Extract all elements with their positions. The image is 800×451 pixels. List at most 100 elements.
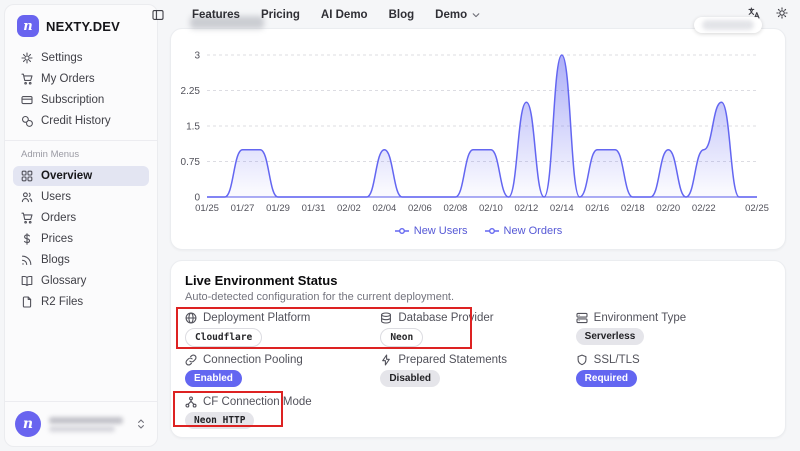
sidebar-item-blogs[interactable]: Blogs: [13, 250, 149, 270]
svg-text:02/18: 02/18: [621, 203, 645, 214]
sidebar-item-settings[interactable]: Settings: [13, 48, 149, 68]
sidebar-item-label: Overview: [41, 170, 92, 182]
shield-icon: [576, 354, 588, 366]
sidebar-divider: [5, 140, 157, 141]
sidebar-item-label: Orders: [41, 212, 76, 224]
zap-icon: [380, 354, 392, 366]
legend-line-marker-icon: [394, 226, 410, 236]
svg-text:2.25: 2.25: [181, 86, 201, 97]
sidebar-item-orders[interactable]: Orders: [13, 208, 149, 228]
legend-label: New Orders: [504, 225, 563, 237]
nav-link-features[interactable]: Features: [192, 9, 240, 21]
status-item-label: SSL/TLS: [576, 354, 771, 366]
svg-text:02/16: 02/16: [585, 203, 609, 214]
chart-card: 00.751.52.25301/2501/2701/2901/3102/0202…: [170, 28, 786, 250]
sidebar-item-glossary[interactable]: Glossary: [13, 271, 149, 291]
svg-text:02/25: 02/25: [745, 203, 769, 214]
status-card: Live Environment Status Auto-detected co…: [170, 260, 786, 438]
svg-text:02/04: 02/04: [373, 203, 397, 214]
blurred-region: [49, 426, 115, 432]
brand-logo[interactable]: n NEXTY.DEV: [5, 5, 157, 45]
avatar: n: [15, 411, 41, 437]
svg-text:02/14: 02/14: [550, 203, 574, 214]
blurred-region: [49, 417, 123, 424]
sidebar-item-label: Settings: [41, 52, 83, 64]
user-menu[interactable]: n: [5, 401, 157, 446]
svg-text:02/10: 02/10: [479, 203, 503, 214]
panel-left-icon[interactable]: [150, 7, 166, 23]
sidebar-item-label: Blogs: [41, 254, 70, 266]
topbar-nav: Features Pricing AI Demo Blog Demo: [192, 9, 482, 21]
sidebar-item-label: Subscription: [41, 94, 104, 106]
legend-item-new-users: New Users: [394, 225, 468, 237]
status-item-ssl-tls: SSL/TLS Required: [576, 354, 771, 388]
server-icon: [576, 312, 588, 324]
sidebar-item-label: Users: [41, 191, 71, 203]
nav-link-demo-label: Demo: [435, 9, 467, 21]
chart-legend: New Users New Orders: [171, 225, 785, 237]
svg-text:0.75: 0.75: [181, 157, 201, 168]
sidebar-item-label: Prices: [41, 233, 73, 245]
status-item-label: Connection Pooling: [185, 354, 380, 366]
cart-icon: [21, 212, 33, 224]
gear-icon: [21, 52, 33, 64]
legend-label: New Users: [414, 225, 468, 237]
annotation-highlight-box-2: [173, 391, 283, 427]
svg-text:01/29: 01/29: [266, 203, 290, 214]
status-badge: Enabled: [185, 370, 242, 387]
sidebar-item-prices[interactable]: Prices: [13, 229, 149, 249]
svg-text:02/06: 02/06: [408, 203, 432, 214]
file-icon: [21, 296, 33, 308]
svg-text:02/12: 02/12: [515, 203, 539, 214]
status-badge: Serverless: [576, 328, 645, 345]
sidebar-item-r2-files[interactable]: R2 Files: [13, 292, 149, 312]
legend-item-new-orders: New Orders: [484, 225, 563, 237]
brand-name: NEXTY.DEV: [46, 19, 120, 34]
book-icon: [21, 275, 33, 287]
link-icon: [185, 354, 197, 366]
sidebar-item-subscription[interactable]: Subscription: [13, 90, 149, 110]
annotation-highlight-box-1: [176, 307, 472, 349]
svg-text:1.5: 1.5: [186, 122, 200, 133]
status-item-prepared-statements: Prepared StatementsDisabled: [380, 354, 575, 388]
nav-link-ai-demo[interactable]: AI Demo: [321, 9, 368, 21]
dollar-icon: [21, 233, 33, 245]
cart-icon: [21, 73, 33, 85]
status-item-environment-type: Environment Type Serverless: [576, 312, 771, 346]
chevrons-up-down-icon[interactable]: [135, 418, 147, 430]
svg-text:02/02: 02/02: [337, 203, 361, 214]
svg-text:0: 0: [194, 193, 200, 204]
sidebar-menu: Settings My Orders Subscription Credit Hist…: [5, 45, 157, 134]
sidebar-item-label: My Orders: [41, 73, 95, 85]
nav-link-blog[interactable]: Blog: [389, 9, 415, 21]
status-item-label: Prepared Statements: [380, 354, 575, 366]
sidebar-item-label: Glossary: [41, 275, 86, 287]
status-card-title: Live Environment Status: [185, 273, 771, 288]
sidebar-section-label: Admin Menus: [5, 145, 157, 163]
sidebar-item-my-orders[interactable]: My Orders: [13, 69, 149, 89]
status-card-subtitle: Auto-detected configuration for the curr…: [185, 291, 771, 303]
svg-text:01/27: 01/27: [231, 203, 255, 214]
sidebar-item-label: R2 Files: [41, 296, 83, 308]
rss-icon: [21, 254, 33, 266]
chevron-down-icon: [470, 9, 482, 21]
grid-icon: [21, 170, 33, 182]
legend-line-marker-icon: [484, 226, 500, 236]
app-window: n NEXTY.DEV Settings My Orders Subscriptio…: [0, 0, 800, 451]
sidebar-admin-menu: Overview Users Orders Prices Blogs Glossary R2…: [5, 163, 157, 315]
sun-icon[interactable]: [776, 7, 788, 19]
sidebar-item-overview[interactable]: Overview: [13, 166, 149, 186]
status-item-label: Environment Type: [576, 312, 771, 324]
svg-text:02/22: 02/22: [692, 203, 716, 214]
blurred-user-name: [49, 415, 127, 434]
sidebar-item-users[interactable]: Users: [13, 187, 149, 207]
sidebar: n NEXTY.DEV Settings My Orders Subscriptio…: [4, 4, 158, 447]
sidebar-item-credit-history[interactable]: Credit History: [13, 111, 149, 131]
nav-link-pricing[interactable]: Pricing: [261, 9, 300, 21]
brand-logo-icon: n: [17, 15, 39, 37]
svg-text:01/25: 01/25: [195, 203, 219, 214]
nav-link-demo[interactable]: Demo: [435, 9, 482, 21]
area-chart: 00.751.52.25301/2501/2701/2901/3102/0202…: [171, 45, 787, 225]
svg-text:02/20: 02/20: [656, 203, 680, 214]
status-badge: Required: [576, 370, 637, 387]
